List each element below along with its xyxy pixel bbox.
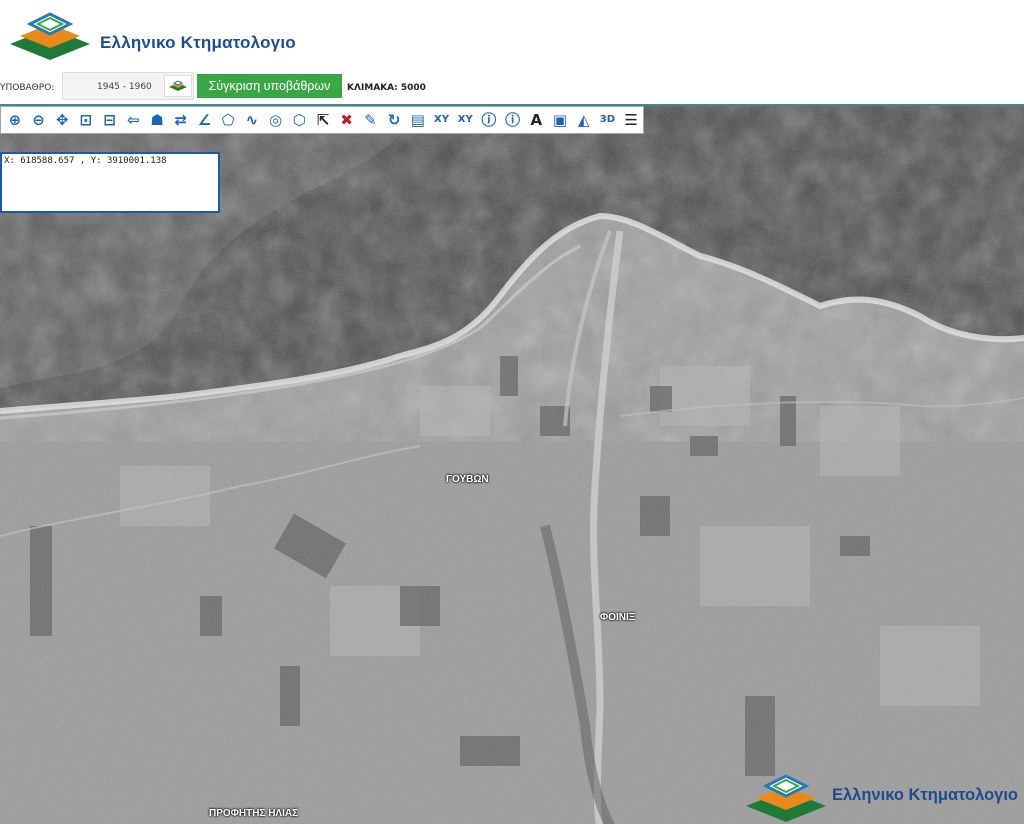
info-detail-icon[interactable]: ⓘ — [501, 108, 525, 132]
measure-angle-icon[interactable]: ∠ — [193, 108, 217, 132]
watermark-text: Ελληνικο Κτηματολογιο — [832, 786, 1018, 804]
text-label-icon[interactable]: A — [524, 108, 548, 132]
xy-input-icon[interactable]: XY — [430, 108, 454, 132]
draw-circle-icon[interactable]: ◎ — [264, 108, 288, 132]
print-icon[interactable]: ▣ — [548, 108, 572, 132]
coordinates-readout: X: 618588.657 , Y: 3910001.138 — [4, 156, 167, 166]
aerial-photo — [0, 106, 1024, 824]
measure-distance-icon[interactable]: ⇄ — [169, 108, 193, 132]
draw-line-icon[interactable]: ∿ — [240, 108, 264, 132]
place-label-profitis-ilias: ΠΡΟΦΗΤΗΣ ΗΛΙΑΣ — [209, 808, 299, 819]
watermark-emblem-icon — [746, 774, 826, 822]
logo-text: Ελληνικο Κτηματολογιο — [100, 33, 296, 52]
draw-polygon-icon[interactable]: ⬠ — [216, 108, 240, 132]
pan-icon[interactable]: ✥ — [50, 108, 74, 132]
previous-view-icon[interactable]: ⇦ — [122, 108, 146, 132]
edit-pencil-icon[interactable]: ✎ — [359, 108, 383, 132]
watermark-logo: Ελληνικο Κτηματολογιο — [742, 768, 1022, 824]
locate-icon[interactable]: ☗ — [145, 108, 169, 132]
basemap-selected-value: 1945 - 1960 — [97, 82, 152, 92]
basemap-label: ΥΠΟΒΑΘΡΟ: — [0, 83, 55, 93]
select-polygon-icon[interactable]: ⬡ — [287, 108, 311, 132]
place-label-gouvon: ΓΟΥΒΩΝ — [446, 474, 489, 485]
basemap-dropdown-button[interactable] — [164, 75, 192, 97]
scale-text: ΚΛΙΜΑΚΑ: 5000 — [347, 83, 426, 93]
zoom-window-icon[interactable]: ⊡ — [74, 108, 98, 132]
zoom-in-icon[interactable]: ⊕ — [3, 108, 27, 132]
zoom-out-icon[interactable]: ⊖ — [27, 108, 51, 132]
compare-basemaps-button[interactable]: Σύγκριση υποβάθρων — [197, 74, 342, 98]
document-icon[interactable]: ▤ — [406, 108, 430, 132]
place-label-foinix: ΦΟΙΝΙΞ — [600, 612, 636, 623]
coordinates-panel: X: 618588.657 , Y: 3910001.138 — [0, 152, 220, 213]
map-toolbar: ⊕ ⊖ ✥ ⊡ ⊟ ⇦ ☗ ⇄ ∠ ⬠ ∿ ◎ ⬡ ⇱ ✖ ✎ ↻ ▤ XY X… — [0, 106, 644, 134]
refresh-icon[interactable]: ↻ — [382, 108, 406, 132]
basemap-select[interactable]: 1945 - 1960 — [62, 72, 194, 100]
header: Ελληνικο Κτηματολογιο ΥΠΟΒΑΘΡΟ: 1945 - 1… — [0, 0, 1024, 104]
map-view[interactable]: ⊕ ⊖ ✥ ⊡ ⊟ ⇦ ☗ ⇄ ∠ ⬠ ∿ ◎ ⬡ ⇱ ✖ ✎ ↻ ▤ XY X… — [0, 104, 1024, 824]
layers-icon — [169, 80, 187, 91]
info-icon[interactable]: ⓘ — [477, 108, 501, 132]
basemap-bar: ΥΠΟΒΑΘΡΟ: 1945 - 1960 Σύγκριση υποβάθρων… — [0, 72, 1024, 102]
xy-goto-icon[interactable]: XY — [453, 108, 477, 132]
ktimatologio-logo[interactable]: Ελληνικο Κτηματολογιο — [4, 6, 304, 62]
cadastre-app: Ελληνικο Κτηματολογιο ΥΠΟΒΑΘΡΟ: 1945 - 1… — [0, 0, 1024, 824]
logo-emblem-icon — [10, 12, 90, 60]
zoom-extent-icon[interactable]: ⊟ — [98, 108, 122, 132]
layers-list-icon[interactable]: ☰ — [619, 108, 643, 132]
3d-view-icon[interactable]: 3D — [596, 108, 620, 132]
shape-icon[interactable]: ◭ — [572, 108, 596, 132]
select-arrow-icon[interactable]: ⇱ — [311, 108, 335, 132]
clear-icon[interactable]: ✖ — [335, 108, 359, 132]
